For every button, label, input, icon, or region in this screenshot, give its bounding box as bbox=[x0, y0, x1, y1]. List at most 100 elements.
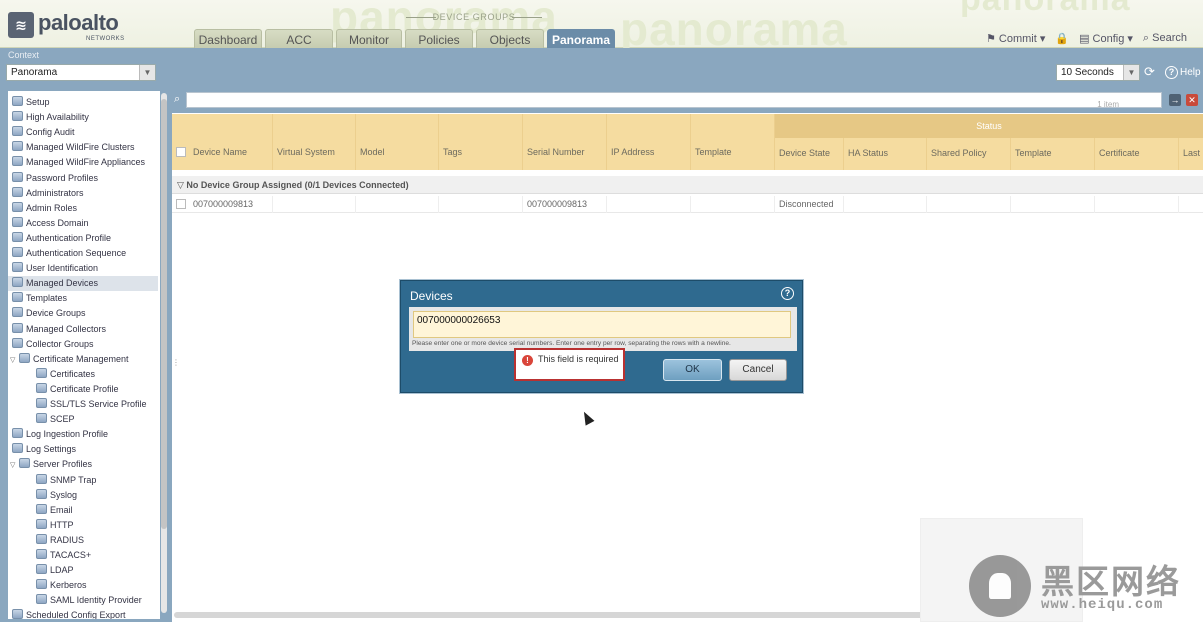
tab-policies[interactable]: Policies bbox=[405, 29, 473, 48]
sidebar-item-log-settings[interactable]: Log Settings bbox=[8, 442, 158, 457]
sidebar-item-managed-wildfire-appliances[interactable]: Managed WildFire Appliances bbox=[8, 155, 158, 170]
column-virtual-system[interactable]: Virtual System bbox=[273, 114, 356, 170]
chevron-down-icon[interactable]: ▽ bbox=[10, 458, 19, 473]
sidebar-item-admin-roles[interactable]: Admin Roles bbox=[8, 201, 158, 216]
paloalto-logo: ≋ paloalto NETWORKS bbox=[8, 10, 132, 44]
sidebar-item-authentication-profile[interactable]: Authentication Profile bbox=[8, 231, 158, 246]
row-checkbox[interactable] bbox=[176, 199, 186, 209]
sidebar-scrollbar[interactable] bbox=[161, 93, 167, 613]
help-icon[interactable]: ? bbox=[781, 287, 794, 300]
sidebar-item-user-identification[interactable]: User Identification bbox=[8, 261, 158, 276]
filter-input[interactable]: 1 item bbox=[186, 92, 1162, 109]
column-serial-number[interactable]: Serial Number bbox=[523, 114, 607, 170]
table-row[interactable]: 007000009813 007000009813 Disconnected bbox=[172, 196, 1203, 213]
config-audit-icon bbox=[12, 126, 23, 137]
sidebar-item-snmp-trap[interactable]: SNMP Trap bbox=[8, 473, 158, 488]
column-shared-policy[interactable]: Shared Policy bbox=[927, 138, 1011, 170]
sidebar-item-tacacs[interactable]: TACACS+ bbox=[8, 548, 158, 563]
sidebar-item-scep[interactable]: SCEP bbox=[8, 412, 158, 427]
sidebar-item-access-domain[interactable]: Access Domain bbox=[8, 216, 158, 231]
sidebar-item-high-availability[interactable]: High Availability bbox=[8, 110, 158, 125]
column-certificate[interactable]: Certificate bbox=[1095, 138, 1179, 170]
sidebar-item-server-profiles[interactable]: ▽ Server Profiles bbox=[8, 457, 158, 472]
horizontal-scrollbar[interactable] bbox=[174, 612, 974, 618]
sidebar-item-managed-devices[interactable]: Managed Devices bbox=[8, 276, 158, 292]
sidebar-item-label: Admin Roles bbox=[26, 202, 78, 213]
sidebar-item-syslog[interactable]: Syslog bbox=[8, 488, 158, 503]
column-model[interactable]: Model bbox=[356, 114, 439, 170]
sidebar-item-email[interactable]: Email bbox=[8, 503, 158, 518]
sidebar-item-label: User Identification bbox=[26, 263, 99, 274]
panel-splitter-handle[interactable]: ⋮ bbox=[172, 358, 180, 378]
templates-icon bbox=[12, 292, 23, 303]
chevron-down-icon: ▼ bbox=[1123, 65, 1139, 80]
help-button[interactable]: ? Help bbox=[1165, 66, 1201, 79]
certificate-profile-icon bbox=[36, 382, 47, 393]
input-hint: Please enter one or more device serial n… bbox=[412, 340, 731, 347]
sidebar-item-device-groups[interactable]: Device Groups bbox=[8, 306, 158, 321]
sidebar-item-ldap[interactable]: LDAP bbox=[8, 563, 158, 578]
column-template[interactable]: Template bbox=[691, 114, 775, 170]
context-select[interactable]: Panorama ▼ bbox=[6, 64, 156, 81]
column-device-state[interactable]: Device State bbox=[775, 138, 844, 170]
cell-device-name[interactable]: 007000009813 bbox=[189, 196, 273, 213]
sidebar-item-label: SAML Identity Provider bbox=[50, 595, 142, 606]
logo-brand: paloalto bbox=[38, 10, 119, 35]
serial-numbers-textarea[interactable]: 007000000026653 bbox=[413, 311, 791, 338]
tab-monitor[interactable]: Monitor bbox=[336, 29, 402, 48]
sidebar-item-managed-collectors[interactable]: Managed Collectors bbox=[8, 322, 158, 337]
column-ip-address[interactable]: IP Address bbox=[607, 114, 691, 170]
sidebar-item-label: Log Settings bbox=[26, 444, 77, 455]
cancel-button[interactable]: Cancel bbox=[729, 359, 787, 381]
config-button[interactable]: ▤ Config ▾ bbox=[1079, 32, 1133, 45]
chevron-down-icon[interactable]: ▽ bbox=[10, 353, 19, 368]
sidebar-item-ssl-tls-service-profile[interactable]: SSL/TLS Service Profile bbox=[8, 397, 158, 412]
select-all-checkbox[interactable] bbox=[176, 147, 186, 157]
sidebar-item-label: LDAP bbox=[50, 565, 74, 576]
logo-sub: NETWORKS bbox=[86, 36, 125, 42]
sidebar-item-scheduled-config-export[interactable]: Scheduled Config Export bbox=[8, 608, 158, 619]
commit-button[interactable]: ⚑ Commit ▾ bbox=[986, 32, 1045, 45]
sidebar-item-log-ingestion-profile[interactable]: Log Ingestion Profile bbox=[8, 427, 158, 442]
sidebar-item-saml-identity-provider[interactable]: SAML Identity Provider bbox=[8, 593, 158, 608]
clear-filter-icon[interactable]: ✕ bbox=[1186, 94, 1198, 106]
password-profiles-icon bbox=[12, 171, 23, 182]
sidebar-item-setup[interactable]: Setup bbox=[8, 95, 158, 110]
tab-acc[interactable]: ACC bbox=[265, 29, 333, 48]
column-last[interactable]: Last bbox=[1179, 138, 1203, 170]
saml-identity-provider-icon bbox=[36, 594, 47, 605]
sidebar-item-radius[interactable]: RADIUS bbox=[8, 533, 158, 548]
search-button[interactable]: ⌕ Search bbox=[1143, 32, 1187, 45]
column-status-template[interactable]: Template bbox=[1011, 138, 1095, 170]
apply-filter-icon[interactable]: → bbox=[1169, 94, 1181, 106]
tab-objects[interactable]: Objects bbox=[476, 29, 544, 48]
column-tags[interactable]: Tags bbox=[439, 114, 523, 170]
sidebar-item-certificate-profile[interactable]: Certificate Profile bbox=[8, 382, 158, 397]
column-device-name[interactable]: Device Name bbox=[189, 114, 273, 170]
sidebar-item-authentication-sequence[interactable]: Authentication Sequence bbox=[8, 246, 158, 261]
sidebar-item-templates[interactable]: Templates bbox=[8, 291, 158, 306]
sidebar-item-password-profiles[interactable]: Password Profiles bbox=[8, 171, 158, 186]
lock-icon[interactable]: 🔒 bbox=[1055, 32, 1069, 45]
tab-panorama[interactable]: Panorama bbox=[547, 29, 615, 48]
refresh-icon[interactable]: ⟳ bbox=[1144, 65, 1158, 79]
ok-button[interactable]: OK bbox=[663, 359, 722, 381]
watermark-url: www.heiqu.com bbox=[1041, 597, 1164, 613]
sidebar-item-kerberos[interactable]: Kerberos bbox=[8, 578, 158, 593]
sidebar-item-managed-wildfire-clusters[interactable]: Managed WildFire Clusters bbox=[8, 140, 158, 155]
radius-icon bbox=[36, 533, 47, 544]
sidebar-item-config-audit[interactable]: Config Audit bbox=[8, 125, 158, 140]
refresh-interval-select[interactable]: 10 Seconds ▼ bbox=[1056, 64, 1140, 81]
scrollbar-thumb[interactable] bbox=[161, 99, 167, 529]
sidebar-item-administrators[interactable]: Administrators bbox=[8, 186, 158, 201]
device-group-row[interactable]: ▽ No Device Group Assigned (0/1 Devices … bbox=[172, 176, 1203, 194]
user-identification-icon bbox=[12, 262, 23, 273]
sidebar-item-http[interactable]: HTTP bbox=[8, 518, 158, 533]
sidebar-item-collector-groups[interactable]: Collector Groups bbox=[8, 337, 158, 352]
column-ha-status[interactable]: HA Status bbox=[844, 138, 927, 170]
tab-dashboard[interactable]: Dashboard bbox=[194, 29, 262, 48]
sidebar-item-certificate-management[interactable]: ▽ Certificate Management bbox=[8, 352, 158, 367]
cell-serial-number: 007000009813 bbox=[523, 196, 607, 213]
sidebar-item-certificates[interactable]: Certificates bbox=[8, 367, 158, 382]
sidebar-item-label: Managed WildFire Appliances bbox=[26, 157, 146, 168]
